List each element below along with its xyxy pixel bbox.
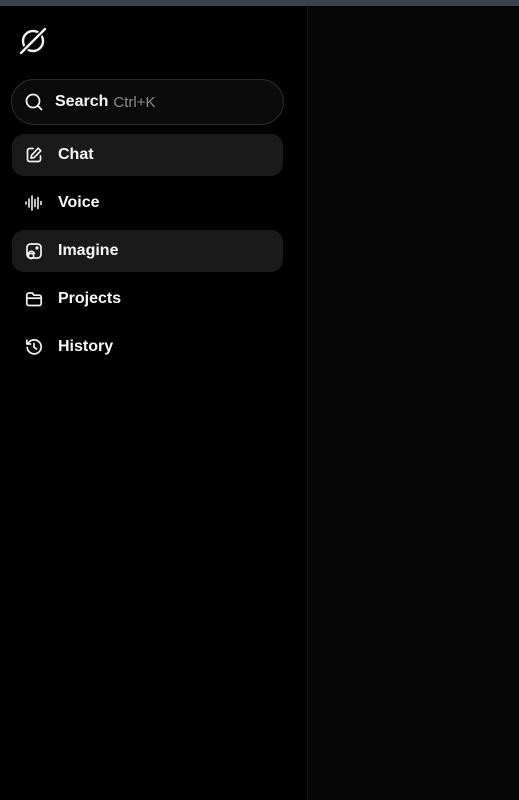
folder-icon	[24, 289, 44, 309]
search-label: Search	[55, 93, 109, 110]
image-icon	[24, 241, 44, 261]
grok-logo-icon[interactable]	[18, 26, 48, 56]
sidebar-item-label: History	[58, 338, 114, 355]
sidebar-item-chat[interactable]: Chat	[12, 134, 283, 176]
sidebar-item-label: Imagine	[58, 242, 119, 259]
sidebar-item-label: Chat	[58, 146, 94, 163]
sidebar-item-history[interactable]: History	[12, 326, 283, 368]
main-content-area	[307, 6, 519, 800]
history-icon	[24, 337, 44, 357]
search-shortcut: Ctrl+K	[113, 93, 156, 111]
sidebar-item-label: Projects	[58, 290, 122, 307]
edit-icon	[24, 145, 44, 165]
sidebar-item-projects[interactable]: Projects	[12, 278, 283, 320]
waveform-icon	[24, 193, 44, 213]
search-button[interactable]: Search Ctrl+K	[11, 79, 284, 125]
search-icon	[24, 92, 44, 112]
sidebar-item-label: Voice	[58, 194, 100, 211]
sidebar: Search Ctrl+K Chat Voice Imagine Project…	[0, 6, 307, 800]
sidebar-item-voice[interactable]: Voice	[12, 182, 283, 224]
sidebar-item-imagine[interactable]: Imagine	[12, 230, 283, 272]
